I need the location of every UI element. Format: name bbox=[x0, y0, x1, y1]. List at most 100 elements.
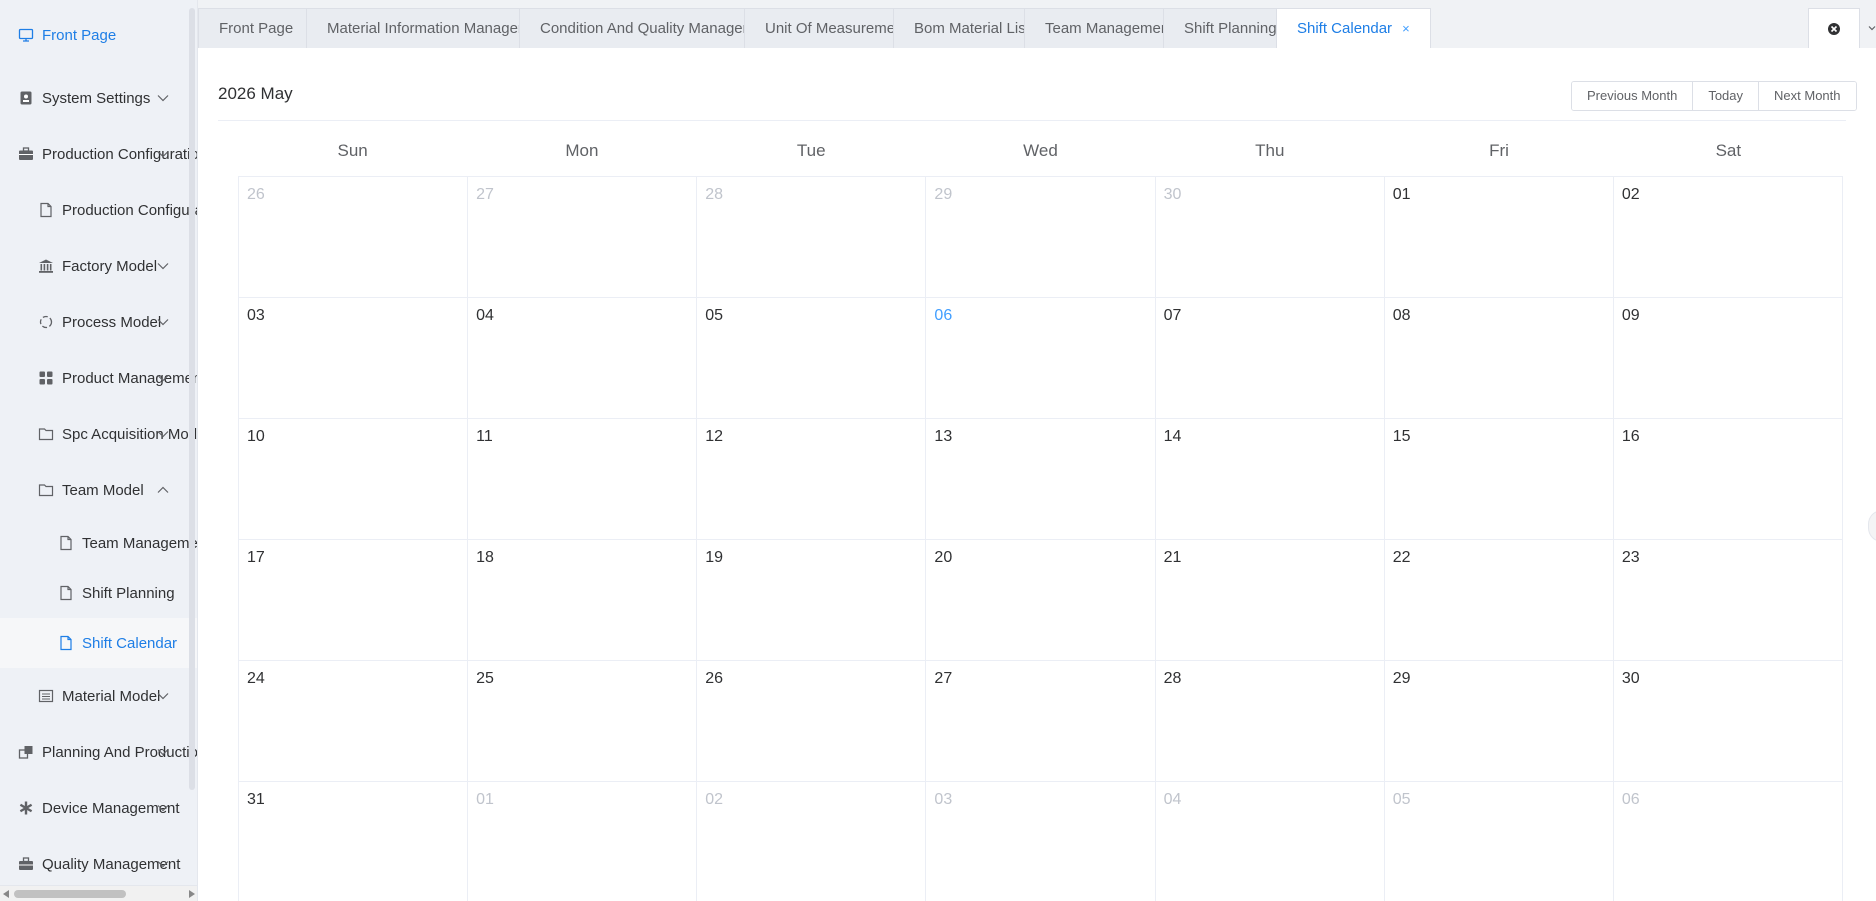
calendar-title: 2026 May bbox=[218, 84, 293, 103]
app-root: Front Page System Settings Production Conf… bbox=[0, 0, 1876, 901]
sidebar-menu: Front Page System Settings Production Conf… bbox=[0, 0, 197, 892]
calendar-day-cell[interactable]: 24 bbox=[239, 661, 469, 782]
calendar-day-cell[interactable]: 30 bbox=[1613, 661, 1843, 782]
calendar-day-cell[interactable]: 04 bbox=[468, 298, 698, 419]
next-month-button[interactable]: Next Month bbox=[1759, 82, 1856, 110]
sidebar-item-shift-planning[interactable]: Shift Planning bbox=[0, 568, 197, 618]
sidebar-item-production-configuration-page[interactable]: Production Configuration bbox=[0, 182, 197, 238]
day-number: 30 bbox=[1163, 186, 1182, 203]
briefcase-icon bbox=[18, 146, 34, 162]
calendar-day-cell[interactable]: 27 bbox=[926, 661, 1156, 782]
calendar-day-cell[interactable]: 28 bbox=[1155, 661, 1385, 782]
calendar-day-cell[interactable]: 18 bbox=[468, 540, 698, 661]
calendar-day-cell[interactable]: 17 bbox=[239, 540, 469, 661]
sidebar-item-product-management[interactable]: Product Management bbox=[0, 350, 197, 406]
close-all-tabs-button[interactable] bbox=[1808, 8, 1860, 48]
chevron-down-icon bbox=[156, 745, 170, 759]
calendar-day-cell[interactable]: 05 bbox=[697, 298, 927, 419]
calendar-day-cell[interactable]: 03 bbox=[239, 298, 469, 419]
calendar-day-cell[interactable]: 19 bbox=[697, 540, 927, 661]
tab-front-page[interactable]: Front Page bbox=[198, 8, 315, 48]
calendar-day-today[interactable]: 06 bbox=[926, 298, 1156, 419]
grid-icon bbox=[38, 370, 54, 386]
weekday-header: Fri bbox=[1489, 141, 1509, 160]
scroll-right-arrow-icon[interactable] bbox=[189, 890, 195, 898]
calendar-day-cell[interactable]: 11 bbox=[468, 419, 698, 540]
sidebar-item-planning-and-production[interactable]: Planning And Production bbox=[0, 724, 197, 780]
calendar-day-cell[interactable]: 29 bbox=[926, 177, 1156, 298]
sidebar-item-front-page[interactable]: Front Page bbox=[0, 0, 197, 70]
tab-label: Shift Calendar bbox=[1297, 20, 1393, 37]
calendar-day-cell[interactable]: 30 bbox=[1155, 177, 1385, 298]
day-number: 04 bbox=[1163, 791, 1182, 808]
tab-bar: Front Page Material Information Managemen… bbox=[198, 0, 1876, 49]
calendar-day-cell[interactable]: 29 bbox=[1384, 661, 1614, 782]
day-number: 17 bbox=[247, 549, 265, 566]
day-number: 02 bbox=[1621, 186, 1640, 203]
sidebar-item-shift-calendar[interactable]: Shift Calendar bbox=[0, 618, 197, 668]
calendar-day-cell[interactable]: 27 bbox=[468, 177, 698, 298]
sidebar-item-process-model[interactable]: Process Model bbox=[0, 294, 197, 350]
day-number: 27 bbox=[934, 670, 953, 687]
cycle-icon bbox=[38, 314, 54, 330]
weekday-header: Sun bbox=[337, 141, 368, 160]
calendar-day-cell[interactable]: 28 bbox=[697, 177, 927, 298]
badge-icon bbox=[18, 90, 34, 106]
tab-label: Material Information Management bbox=[327, 20, 552, 37]
day-number: 28 bbox=[705, 186, 724, 203]
sidebar-item-system-settings[interactable]: System Settings bbox=[0, 70, 197, 126]
day-number: 29 bbox=[1392, 670, 1411, 687]
calendar-day-cell[interactable]: 08 bbox=[1384, 298, 1614, 419]
tab-shift-calendar[interactable]: Shift Calendar × bbox=[1276, 8, 1431, 49]
calendar-day-cell[interactable]: 21 bbox=[1155, 540, 1385, 661]
sidebar-item-quality-management[interactable]: Quality Management bbox=[0, 836, 197, 892]
calendar-day-cell[interactable]: 26 bbox=[239, 177, 469, 298]
sidebar-item-label: Team Model bbox=[62, 481, 144, 499]
sidebar-item-device-management[interactable]: Device Management bbox=[0, 780, 197, 836]
main-panel: 2026 May Previous Month Today Next Month… bbox=[198, 48, 1876, 901]
close-tab-icon[interactable]: × bbox=[1402, 21, 1410, 36]
calendar-day-cell[interactable]: 07 bbox=[1155, 298, 1385, 419]
calendar-day-cell[interactable]: 01 bbox=[1384, 177, 1614, 298]
chevron-down-icon[interactable] bbox=[1868, 24, 1876, 32]
calendar-day-cell[interactable]: 10 bbox=[239, 419, 469, 540]
calendar-day-cell[interactable]: 12 bbox=[697, 419, 927, 540]
day-number: 05 bbox=[1392, 791, 1411, 808]
calendar-day-cell[interactable]: 02 bbox=[1613, 177, 1843, 298]
calendar-day-cell[interactable]: 06 bbox=[1614, 782, 1843, 901]
scroll-thumb[interactable] bbox=[14, 890, 126, 898]
calendar-day-cell[interactable]: 26 bbox=[697, 661, 927, 782]
calendar-day-cell[interactable]: 23 bbox=[1613, 540, 1843, 661]
calendar-day-cell[interactable]: 16 bbox=[1613, 419, 1843, 540]
calendar-day-cell[interactable]: 14 bbox=[1155, 419, 1385, 540]
calendar-day-cell[interactable]: 04 bbox=[1156, 782, 1385, 901]
calendar-day-cell[interactable]: 05 bbox=[1385, 782, 1614, 901]
calendar-day-cell[interactable]: 22 bbox=[1384, 540, 1614, 661]
day-number: 27 bbox=[476, 186, 494, 203]
calendar-day-cell[interactable]: 09 bbox=[1613, 298, 1843, 419]
sidebar-item-label: Shift Planning bbox=[82, 584, 175, 602]
previous-month-button[interactable]: Previous Month bbox=[1572, 82, 1694, 110]
calendar-day-cell[interactable]: 03 bbox=[926, 782, 1156, 901]
sidebar-item-production-configuration[interactable]: Production Configuration bbox=[0, 126, 197, 182]
calendar-day-cell[interactable]: 20 bbox=[926, 540, 1156, 661]
sidebar-vertical-scrollbar[interactable] bbox=[189, 8, 195, 790]
calendar-day-cell[interactable]: 13 bbox=[926, 419, 1156, 540]
sidebar-item-factory-model[interactable]: Factory Model bbox=[0, 238, 197, 294]
sidebar-item-team-management[interactable]: Team Management bbox=[0, 518, 197, 568]
calendar-day-cell[interactable]: 25 bbox=[468, 661, 698, 782]
scroll-left-arrow-icon[interactable] bbox=[3, 890, 9, 898]
sidebar-item-label: Process Model bbox=[62, 313, 162, 331]
calendar-day-cell[interactable]: 15 bbox=[1384, 419, 1614, 540]
sidebar-item-team-model[interactable]: Team Model bbox=[0, 462, 197, 518]
today-button[interactable]: Today bbox=[1693, 82, 1760, 110]
day-number: 16 bbox=[1621, 428, 1640, 445]
calendar-day-cell[interactable]: 02 bbox=[697, 782, 927, 901]
document-icon bbox=[58, 585, 74, 601]
calendar-day-cell[interactable]: 31 bbox=[239, 782, 469, 901]
calendar-day-cell[interactable]: 01 bbox=[468, 782, 698, 901]
sidebar-item-spc-acquisition-model[interactable]: Spc Acquisition Model bbox=[0, 406, 197, 462]
sidebar-item-label: Factory Model bbox=[62, 257, 158, 275]
sidebar-item-material-model[interactable]: Material Model bbox=[0, 668, 197, 724]
sidebar-horizontal-scrollbar[interactable] bbox=[0, 885, 197, 901]
